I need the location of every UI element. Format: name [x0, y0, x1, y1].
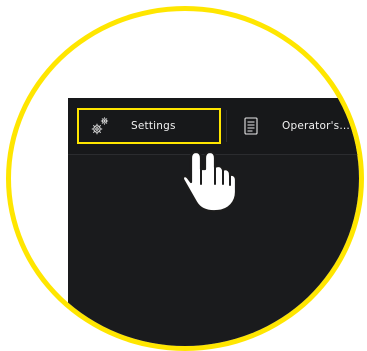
top-navigation-bar: Settings Operator's... — [68, 98, 359, 155]
tab-settings-label: Settings — [131, 120, 176, 132]
hand-pointer-icon — [181, 150, 240, 214]
document-icon — [242, 115, 260, 137]
app-screen: Settings Operator's... — [68, 98, 359, 346]
tab-operators-manual[interactable]: Operator's... — [238, 108, 359, 144]
zoom-callout: Settings Operator's... — [0, 0, 367, 351]
gears-icon — [89, 115, 111, 137]
tab-settings[interactable]: Settings — [77, 108, 221, 144]
tab-operators-manual-label: Operator's... — [282, 120, 350, 132]
tab-divider — [226, 110, 227, 142]
magnifier-circle: Settings Operator's... — [6, 6, 364, 351]
